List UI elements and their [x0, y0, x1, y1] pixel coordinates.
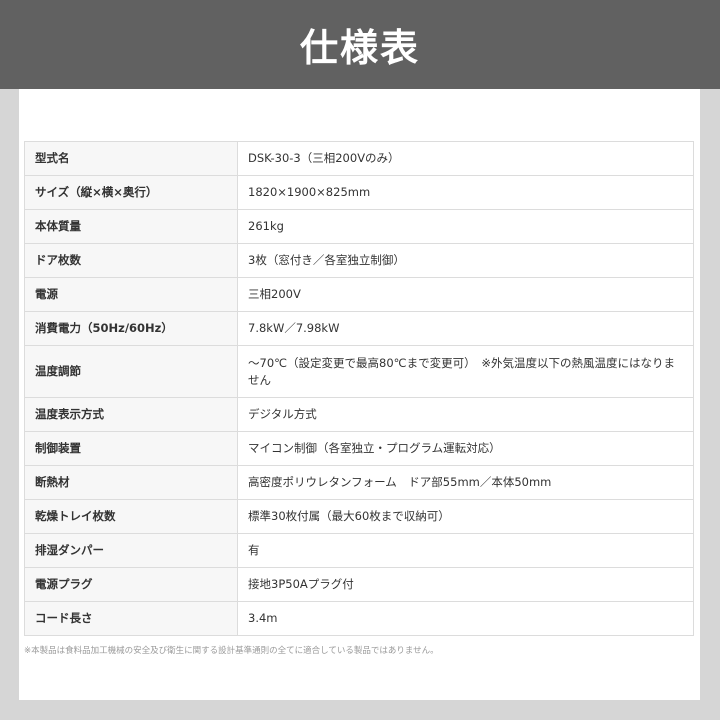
spec-label: 電源プラグ [24, 567, 238, 602]
table-row: 型式名 DSK-30-3（三相200Vのみ） [24, 141, 694, 176]
spec-value: 接地3P50Aプラグ付 [237, 567, 694, 602]
table-row: 制御装置 マイコン制御（各室独立・プログラム運転対応） [24, 431, 694, 466]
spec-label: 制御装置 [24, 431, 238, 466]
spec-value: DSK-30-3（三相200Vのみ） [237, 141, 694, 176]
spec-value: 有 [237, 533, 694, 568]
spec-table: 型式名 DSK-30-3（三相200Vのみ） サイズ（縦×横×奥行） 1820×… [24, 141, 694, 636]
spec-label: 温度表示方式 [24, 397, 238, 432]
table-row: サイズ（縦×横×奥行） 1820×1900×825mm [24, 175, 694, 210]
spec-value: デジタル方式 [237, 397, 694, 432]
spec-value: 3枚（窓付き／各室独立制御） [237, 243, 694, 278]
page-title: 仕様表 [299, 26, 420, 70]
spec-label: サイズ（縦×横×奥行） [24, 175, 238, 210]
footnote: ※本製品は食料品加工機械の安全及び衛生に関する設計基準通則の全てに適合している製… [24, 646, 439, 656]
spec-value: ～70℃（設定変更で最高80℃まで変更可） ※外気温度以下の熱風温度にはなりませ… [237, 345, 694, 398]
table-row: ドア枚数 3枚（窓付き／各室独立制御） [24, 243, 694, 278]
spec-label: 本体質量 [24, 209, 238, 244]
page-header: 仕様表 [0, 0, 720, 89]
table-row: コード長さ 3.4m [24, 601, 694, 636]
table-row: 乾燥トレイ枚数 標準30枚付属（最大60枚まで収納可） [24, 499, 694, 534]
spec-value: 高密度ポリウレタンフォーム ドア部55mm／本体50mm [237, 465, 694, 500]
table-row: 電源プラグ 接地3P50Aプラグ付 [24, 567, 694, 602]
spec-value: 261kg [237, 209, 694, 244]
table-row: 断熱材 高密度ポリウレタンフォーム ドア部55mm／本体50mm [24, 465, 694, 500]
spec-label: 乾燥トレイ枚数 [24, 499, 238, 534]
spec-label: 排湿ダンパー [24, 533, 238, 568]
spec-label: 断熱材 [24, 465, 238, 500]
table-row: 温度表示方式 デジタル方式 [24, 397, 694, 432]
content-panel: 型式名 DSK-30-3（三相200Vのみ） サイズ（縦×横×奥行） 1820×… [19, 89, 700, 700]
table-row: 温度調節 ～70℃（設定変更で最高80℃まで変更可） ※外気温度以下の熱風温度に… [24, 345, 694, 398]
spec-value: 三相200V [237, 277, 694, 312]
table-row: 消費電力（50Hz/60Hz） 7.8kW／7.98kW [24, 311, 694, 346]
spec-value: マイコン制御（各室独立・プログラム運転対応） [237, 431, 694, 466]
spec-label: ドア枚数 [24, 243, 238, 278]
table-row: 排湿ダンパー 有 [24, 533, 694, 568]
spec-label: 電源 [24, 277, 238, 312]
spec-value: 7.8kW／7.98kW [237, 311, 694, 346]
spec-value: 1820×1900×825mm [237, 175, 694, 210]
table-row: 本体質量 261kg [24, 209, 694, 244]
spec-value: 3.4m [237, 601, 694, 636]
table-row: 電源 三相200V [24, 277, 694, 312]
spec-value: 標準30枚付属（最大60枚まで収納可） [237, 499, 694, 534]
spec-label: 温度調節 [24, 345, 238, 398]
spec-label: コード長さ [24, 601, 238, 636]
spec-label: 消費電力（50Hz/60Hz） [24, 311, 238, 346]
spec-label: 型式名 [24, 141, 238, 176]
